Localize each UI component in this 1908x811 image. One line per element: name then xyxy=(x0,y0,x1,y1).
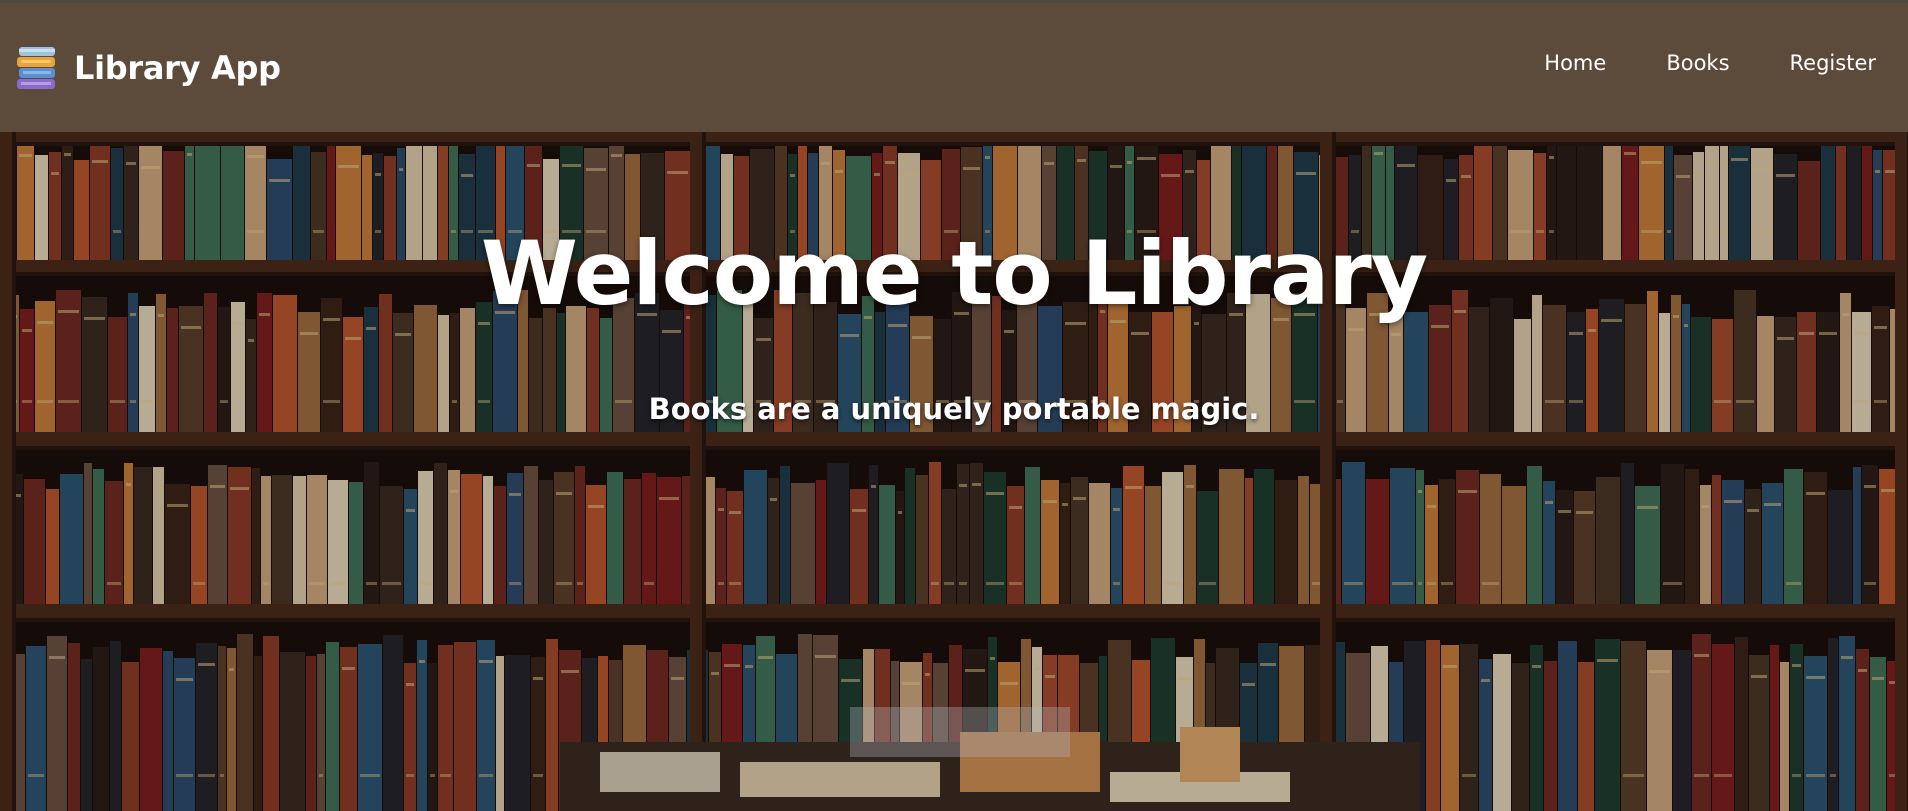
hero-title: Welcome to Library xyxy=(480,222,1428,325)
brand-name: Library App xyxy=(74,48,281,87)
nav-links: Home Books Register xyxy=(1484,53,1876,74)
hero-section: Welcome to Library Books are a uniquely … xyxy=(0,132,1908,811)
hero-subtitle: Books are a uniquely portable magic. xyxy=(648,392,1260,426)
books-stack-icon xyxy=(17,46,55,89)
navbar: Library App Home Books Register xyxy=(0,0,1908,132)
nav-link-books[interactable]: Books xyxy=(1666,53,1729,74)
brand[interactable]: Library App xyxy=(17,45,281,91)
nav-link-register[interactable]: Register xyxy=(1790,53,1876,74)
nav-link-home[interactable]: Home xyxy=(1544,53,1606,74)
